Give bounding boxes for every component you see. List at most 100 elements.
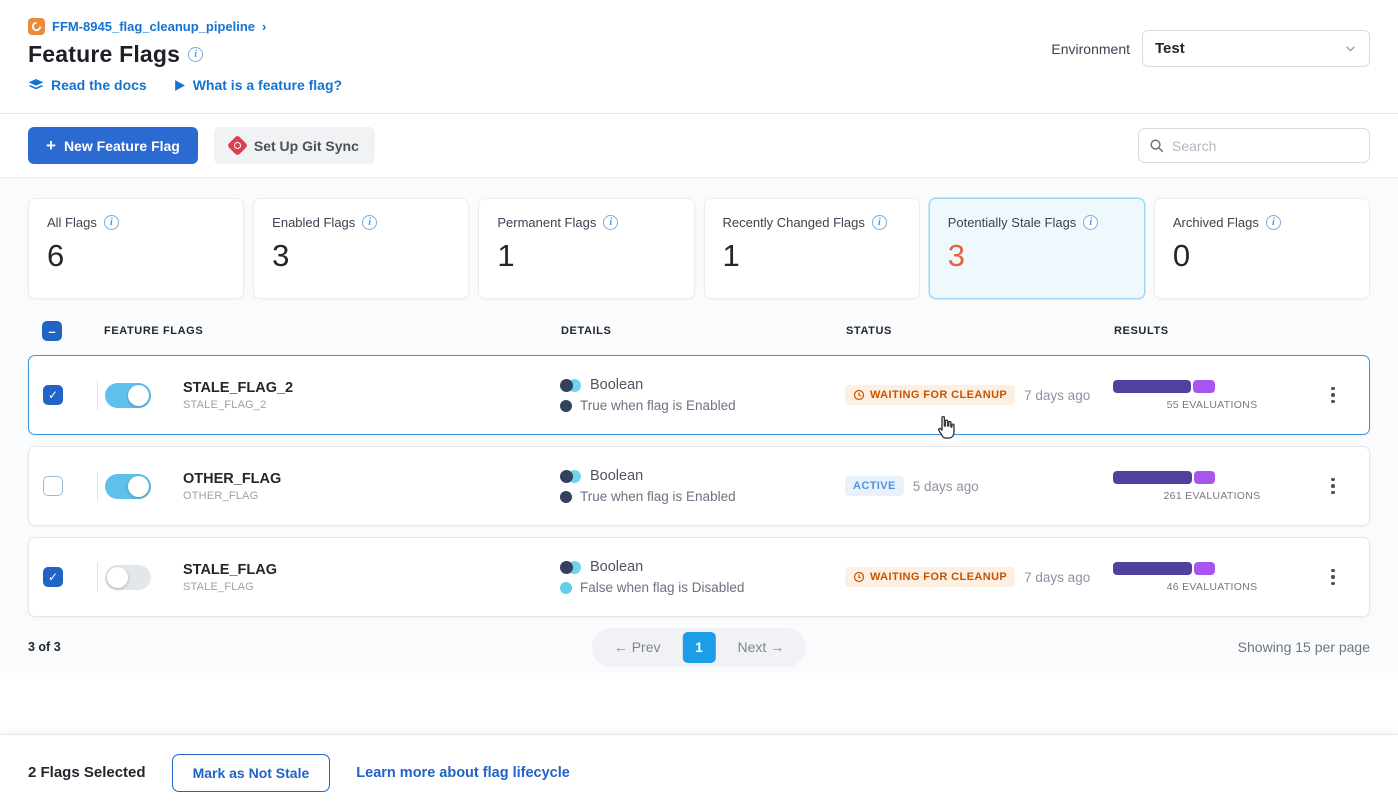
variation-dot	[560, 491, 572, 503]
info-icon[interactable]: i	[603, 215, 618, 230]
set-up-git-sync-button[interactable]: Set Up Git Sync	[214, 127, 375, 164]
metric-value: 3	[948, 238, 1126, 274]
evaluations-label: 261 EVALUATIONS	[1164, 490, 1261, 502]
info-icon[interactable]: i	[188, 47, 203, 62]
environment-label: Environment	[1051, 41, 1130, 57]
status-badge: WAITING FOR CLEANUP	[845, 385, 1015, 405]
play-icon	[173, 79, 186, 92]
variation-text: True when flag is Enabled	[580, 398, 736, 413]
showing-per-page: Showing 15 per page	[1238, 639, 1370, 655]
variation-text: False when flag is Disabled	[580, 580, 744, 595]
flag-id: STALE_FLAG_2	[183, 399, 560, 411]
flag-type: Boolean	[590, 377, 643, 393]
flag-toggle[interactable]	[105, 565, 151, 590]
row-count: 3 of 3	[28, 640, 61, 654]
flag-toggle[interactable]	[105, 474, 151, 499]
select-all-checkbox[interactable]	[42, 321, 62, 341]
metric-card-permanent-flags[interactable]: Permanent Flagsi 1	[478, 198, 694, 299]
breadcrumb-link[interactable]: FFM-8945_flag_cleanup_pipeline	[52, 19, 255, 34]
read-docs-link[interactable]: Read the docs	[28, 77, 147, 93]
metrics-row: All Flagsi 6 Enabled Flagsi 3 Permanent …	[28, 198, 1370, 299]
flag-type: Boolean	[590, 468, 643, 484]
status-time: 7 days ago	[1024, 388, 1090, 403]
evaluations-bar	[1113, 380, 1215, 393]
metric-card-archived-flags[interactable]: Archived Flagsi 0	[1154, 198, 1370, 299]
metric-card-all-flags[interactable]: All Flagsi 6	[28, 198, 244, 299]
row-options-menu[interactable]	[1311, 381, 1355, 410]
selected-count: 2 Flags Selected	[28, 764, 146, 781]
what-is-flag-link[interactable]: What is a feature flag?	[173, 77, 342, 93]
search-input[interactable]	[1172, 138, 1359, 154]
chevron-right-icon: ›	[262, 19, 266, 34]
page-1-button[interactable]: 1	[683, 632, 716, 663]
flag-id: STALE_FLAG	[183, 581, 560, 593]
row-options-menu[interactable]	[1311, 472, 1355, 501]
divider	[97, 380, 98, 410]
new-feature-flag-button[interactable]: + New Feature Flag	[28, 127, 198, 164]
flag-name: STALE_FLAG_2	[183, 380, 560, 396]
metric-card-recently-changed-flags[interactable]: Recently Changed Flagsi 1	[704, 198, 920, 299]
evaluations-bar	[1113, 562, 1215, 575]
git-sync-icon	[227, 135, 248, 156]
row-checkbox[interactable]	[43, 385, 63, 405]
row-checkbox[interactable]	[43, 567, 63, 587]
column-header-status: STATUS	[846, 325, 1114, 337]
status-time: 5 days ago	[913, 479, 979, 494]
evaluations-label: 46 EVALUATIONS	[1167, 581, 1258, 593]
info-icon[interactable]: i	[1083, 215, 1098, 230]
boolean-type-icon	[560, 379, 582, 392]
metric-value: 1	[723, 238, 901, 274]
metric-card-enabled-flags[interactable]: Enabled Flagsi 3	[253, 198, 469, 299]
info-icon[interactable]: i	[1266, 215, 1281, 230]
variation-dot	[560, 400, 572, 412]
column-header-details: DETAILS	[561, 325, 846, 337]
metric-value: 3	[272, 238, 450, 274]
environment-select[interactable]: Test	[1142, 30, 1370, 67]
toolbar: + New Feature Flag Set Up Git Sync	[0, 114, 1398, 178]
main-content: All Flagsi 6 Enabled Flagsi 3 Permanent …	[0, 178, 1398, 673]
flag-type: Boolean	[590, 559, 643, 575]
boolean-type-icon	[560, 561, 582, 574]
mark-not-stale-button[interactable]: Mark as Not Stale	[172, 754, 331, 792]
info-icon[interactable]: i	[362, 215, 377, 230]
flag-toggle[interactable]	[105, 383, 151, 408]
boolean-type-icon	[560, 470, 582, 483]
metric-value: 1	[497, 238, 675, 274]
evaluations-label: 55 EVALUATIONS	[1167, 399, 1258, 411]
info-icon[interactable]: i	[104, 215, 119, 230]
row-options-menu[interactable]	[1311, 563, 1355, 592]
clock-icon	[853, 571, 865, 583]
next-page-button[interactable]: Next →	[720, 633, 803, 661]
flag-id: OTHER_FLAG	[183, 490, 560, 502]
page-header: FFM-8945_flag_cleanup_pipeline › Feature…	[0, 0, 1398, 114]
selection-action-bar: 2 Flags Selected Mark as Not Stale Learn…	[0, 734, 1398, 810]
flag-lifecycle-link[interactable]: Learn more about flag lifecycle	[356, 765, 570, 781]
flag-name: OTHER_FLAG	[183, 471, 560, 487]
environment-value: Test	[1155, 40, 1185, 57]
status-time: 7 days ago	[1024, 570, 1090, 585]
table-header: FEATURE FLAGS DETAILS STATUS RESULTS	[28, 299, 1370, 355]
row-checkbox[interactable]	[43, 476, 63, 496]
pagination: 3 of 3 ← Prev 1 Next → Showing 15 per pa…	[28, 631, 1370, 673]
column-header-results: RESULTS	[1114, 325, 1312, 337]
divider	[97, 471, 98, 501]
variation-text: True when flag is Enabled	[580, 489, 736, 504]
chevron-down-icon	[1344, 42, 1357, 55]
project-icon	[28, 18, 45, 35]
page-title: Feature Flags	[28, 41, 180, 68]
plus-icon: +	[46, 136, 56, 156]
evaluations-bar	[1113, 471, 1215, 484]
search-box	[1138, 128, 1370, 163]
table-row[interactable]: STALE_FLAG STALE_FLAG Boolean False when…	[28, 537, 1370, 617]
column-header-feature-flags: FEATURE FLAGS	[104, 325, 561, 337]
divider	[97, 562, 98, 592]
table-row[interactable]: OTHER_FLAG OTHER_FLAG Boolean True when …	[28, 446, 1370, 526]
status-badge: WAITING FOR CLEANUP	[845, 567, 1015, 587]
metric-card-potentially-stale-flags[interactable]: Potentially Stale Flagsi 3	[929, 198, 1145, 299]
search-icon	[1149, 138, 1164, 153]
info-icon[interactable]: i	[872, 215, 887, 230]
table-row[interactable]: STALE_FLAG_2 STALE_FLAG_2 Boolean True w…	[28, 355, 1370, 435]
clock-icon	[853, 389, 865, 401]
pagination-pill: ← Prev 1 Next →	[592, 628, 806, 667]
prev-page-button[interactable]: ← Prev	[596, 633, 679, 661]
